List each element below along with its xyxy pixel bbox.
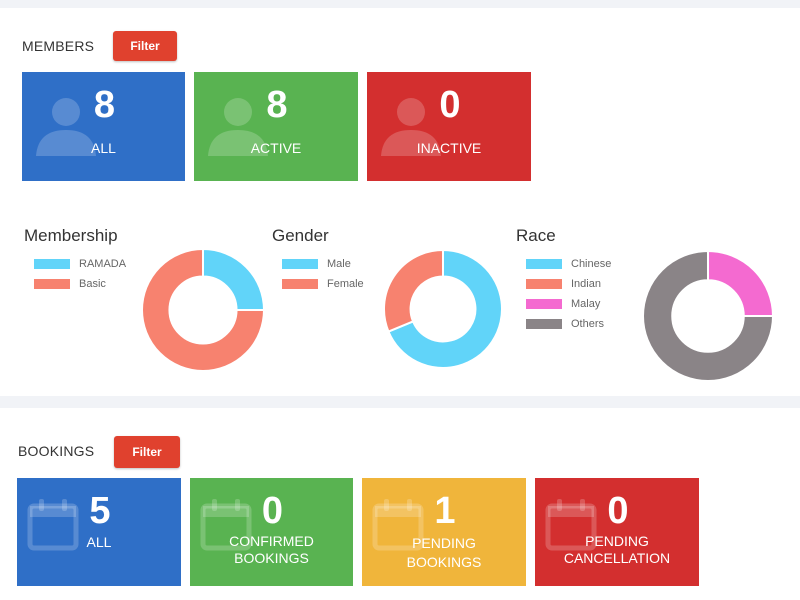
legend-item[interactable]: Basic (34, 274, 126, 294)
legend-swatch (526, 259, 562, 269)
legend-label: Indian (571, 278, 601, 290)
bookings-tile-all[interactable]: 5 ALL (17, 478, 181, 586)
bookings-confirmed-count: 0 (261, 490, 284, 532)
bookings-pending-cancellation-count: 0 (607, 490, 629, 532)
legend-swatch (526, 319, 562, 329)
members-inactive-count: 0 (439, 84, 461, 126)
legend-item[interactable]: Female (282, 274, 364, 294)
legend-label: RAMADA (79, 258, 127, 270)
bookings-pending-count: 1 (434, 490, 456, 532)
race-donut-chart (642, 249, 775, 382)
members-active-label: ACTIVE (250, 140, 302, 156)
bookings-all-label: ALL (86, 534, 112, 550)
legend-swatch (526, 299, 562, 309)
legend-label: Others (571, 318, 605, 330)
gender-legend: Male Female (282, 254, 364, 294)
race-legend: Chinese Indian Malay Others (526, 254, 611, 334)
bookings-confirmed-label: CONFIRMED BOOKINGS (229, 533, 314, 566)
bookings-pending-label: PENDING BOOKINGS (406, 535, 482, 570)
legend-label: Malay (571, 298, 601, 310)
members-inactive-label: INACTIVE (416, 140, 482, 156)
members-tile-all[interactable]: 8 ALL (22, 72, 185, 181)
legend-swatch (526, 279, 562, 289)
gender-donut-chart (383, 248, 503, 369)
gender-chart-title: Gender (272, 226, 329, 245)
legend-swatch (282, 259, 318, 269)
bookings-tile-pending[interactable]: 1 PENDING BOOKINGS (362, 478, 526, 586)
bookings-filter-button[interactable]: Filter (114, 436, 180, 468)
members-filter-button[interactable]: Filter (113, 31, 177, 61)
donut-slice-ramada[interactable] (202, 247, 266, 311)
legend-label: Female (327, 278, 364, 290)
donut-slice-female[interactable] (383, 248, 444, 333)
legend-item[interactable]: Malay (526, 294, 611, 314)
legend-item[interactable]: Chinese (526, 254, 611, 274)
members-tile-active[interactable]: 8 ACTIVE (194, 72, 358, 181)
donut-slice-malay[interactable] (707, 249, 775, 317)
bookings-section-title: BOOKINGS (18, 443, 95, 459)
membership-legend: RAMADA Basic (34, 254, 126, 294)
members-active-count: 8 (266, 84, 288, 126)
legend-item[interactable]: Others (526, 314, 611, 334)
legend-item[interactable]: RAMADA (34, 254, 126, 274)
legend-swatch (34, 279, 70, 289)
membership-chart-title: Membership (24, 226, 118, 245)
legend-swatch (282, 279, 318, 289)
legend-label: Male (327, 258, 351, 270)
bookings-all-count: 5 (89, 490, 111, 532)
legend-item[interactable]: Male (282, 254, 364, 274)
members-section-title: MEMBERS (22, 38, 95, 54)
legend-item[interactable]: Indian (526, 274, 611, 294)
members-tile-inactive[interactable]: 0 INACTIVE (367, 72, 531, 181)
bookings-tile-confirmed[interactable]: 0 CONFIRMED BOOKINGS (190, 478, 353, 586)
membership-donut-chart (141, 247, 266, 372)
members-all-count: 8 (93, 84, 116, 126)
legend-swatch (34, 259, 70, 269)
bookings-pending-cancellation-label: PENDING CANCELLATION (563, 533, 671, 566)
members-all-label: ALL (91, 140, 116, 156)
legend-label: Chinese (571, 258, 612, 270)
legend-label: Basic (79, 278, 106, 290)
bookings-tile-pending-cancellation[interactable]: 0 PENDING CANCELLATION (535, 478, 699, 586)
race-chart-title: Race (516, 226, 556, 245)
